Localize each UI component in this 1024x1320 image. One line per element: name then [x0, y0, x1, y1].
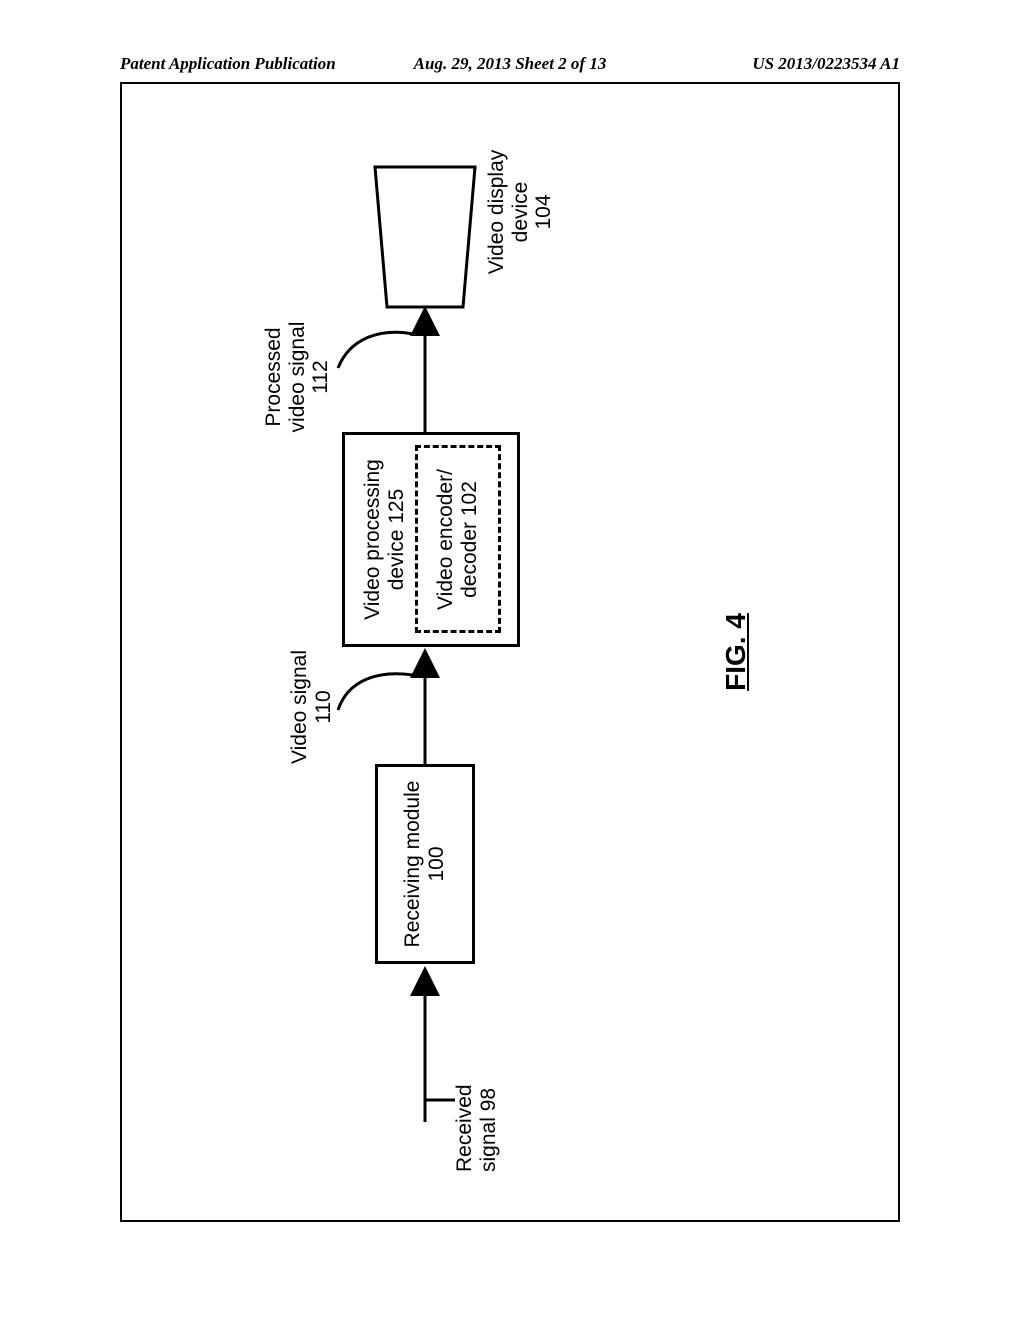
video-signal-label: Video signal 110: [288, 632, 335, 782]
figure-title: FIG. 4: [720, 582, 751, 722]
received-signal-label: Received signal 98: [453, 1057, 500, 1172]
leader-video-signal: [338, 660, 418, 720]
page-header: Patent Application Publication Aug. 29, …: [120, 54, 900, 80]
video-processing-label: Video processing device 125: [361, 459, 408, 620]
leader-received: [425, 1098, 455, 1102]
leader-processed-signal: [338, 314, 418, 374]
video-display-label: Video display device 104: [485, 132, 556, 292]
display-icon: [375, 167, 475, 307]
video-processing-box: Video processing device 125 Video encode…: [342, 432, 520, 647]
header-right: US 2013/0223534 A1: [752, 54, 900, 74]
figure-area: Received signal 98 Receiving module 100: [120, 82, 900, 1222]
receiving-module-box: Receiving module 100: [375, 764, 475, 964]
processed-signal-label: Processed video signal 112: [262, 302, 333, 452]
encoder-decoder-box: Video encoder/ decoder 102: [415, 446, 501, 634]
